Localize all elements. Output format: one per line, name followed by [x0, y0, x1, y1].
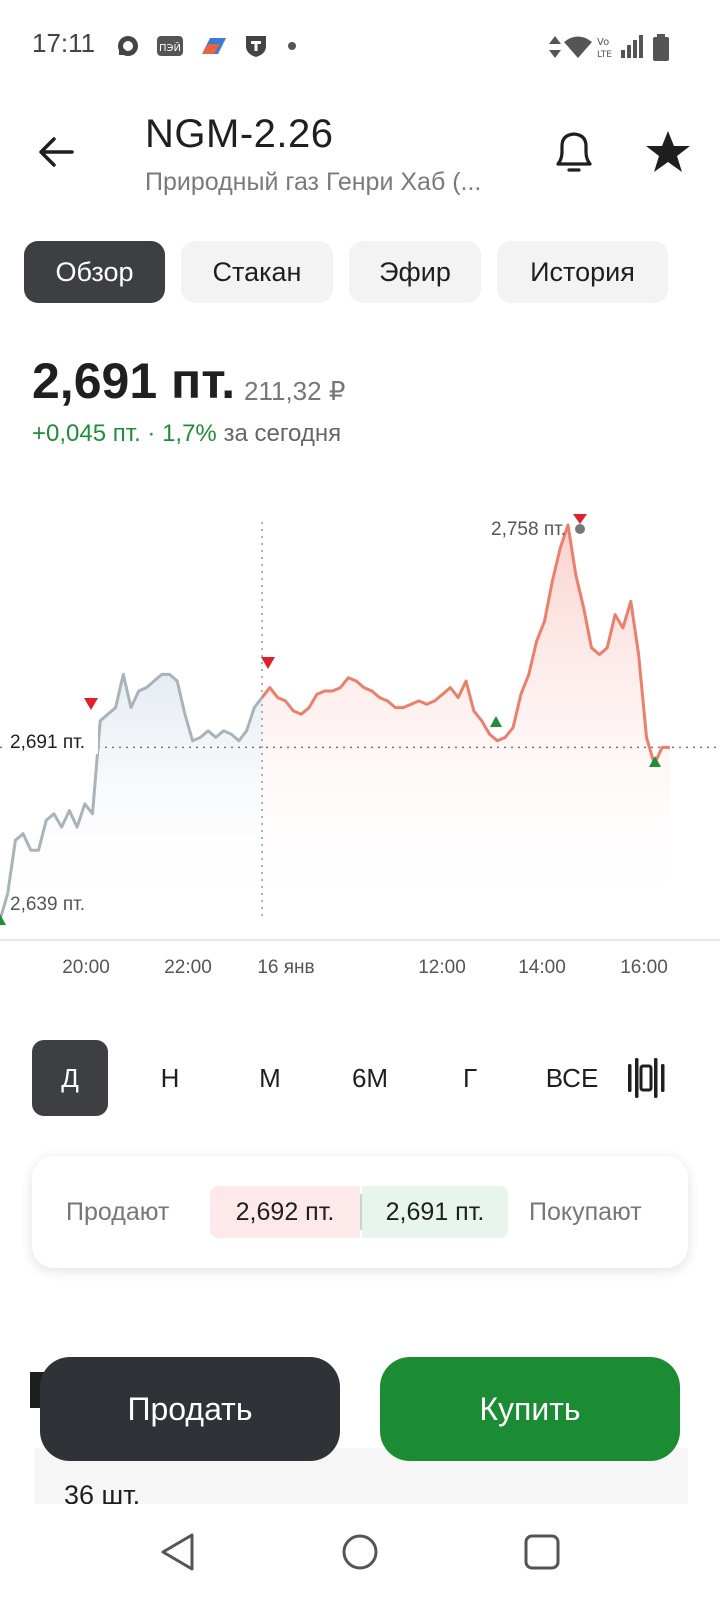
daily-change-value: +0,045 пт. · 1,7% — [32, 420, 217, 447]
battery-icon — [653, 34, 669, 61]
tab-live[interactable]: Эфир — [349, 241, 481, 303]
period-6-months[interactable]: 6М — [332, 1040, 408, 1116]
nav-home-circle-icon[interactable] — [340, 1532, 380, 1572]
favorite-button[interactable] — [642, 126, 694, 178]
best-ask-price[interactable]: 2,692 пт. — [210, 1186, 360, 1238]
previous-session-area — [0, 674, 262, 920]
signal-icon — [621, 35, 643, 58]
x-tick-label: 22:00 — [164, 957, 212, 978]
volte-icon: Vo LTE — [597, 37, 612, 60]
buyers-label: Покупают — [529, 1198, 642, 1226]
svg-text:ПЭЙ: ПЭЙ — [159, 41, 181, 54]
daily-change: +0,045 пт. · 1,7% за сегодня — [32, 420, 341, 448]
star-icon — [646, 131, 690, 172]
period-month[interactable]: М — [232, 1040, 308, 1116]
status-time: 17:11 — [32, 28, 96, 58]
chart-high-label: 2,758 пт. — [491, 519, 566, 540]
tab-order-book[interactable]: Стакан — [181, 241, 333, 303]
sell-marker — [84, 698, 98, 710]
t-shield-icon — [246, 36, 266, 57]
chart-current-label: 2,691 пт. — [10, 732, 85, 753]
tab-history[interactable]: История — [497, 241, 668, 303]
period-day[interactable]: Д — [32, 1040, 108, 1116]
dot-icon — [288, 42, 296, 50]
sell-marker — [261, 657, 275, 669]
bank-app-icon — [202, 38, 226, 54]
notifications-button[interactable] — [548, 126, 600, 178]
buy-button[interactable]: Купить — [380, 1357, 680, 1461]
pei-app-icon: ПЭЙ — [157, 36, 183, 56]
chart-type-button[interactable] — [624, 1054, 672, 1102]
page-title: NGM-2.26 — [145, 112, 334, 156]
chart-low-label: 2,639 пт. — [10, 894, 85, 915]
sell-button[interactable]: Продать — [40, 1357, 340, 1461]
candlestick-icon — [628, 1058, 665, 1098]
data-arrows-icon — [549, 36, 561, 58]
sellers-label: Продают — [66, 1198, 170, 1226]
period-year[interactable]: Г — [432, 1040, 508, 1116]
arrow-left-icon — [39, 137, 74, 167]
x-tick-label: 16:00 — [620, 957, 668, 978]
x-tick-label: 12:00 — [418, 957, 466, 978]
sell-marker — [573, 514, 587, 524]
best-prices-card[interactable]: Продают 2,692 пт. 2,691 пт. Покупают — [32, 1156, 688, 1268]
x-tick-label: 14:00 — [518, 957, 566, 978]
period-all[interactable]: ВСЕ — [532, 1040, 612, 1116]
x-tick-label: 16 янв — [257, 957, 314, 978]
bell-icon — [556, 132, 592, 172]
wifi-icon — [564, 36, 592, 58]
tab-overview[interactable]: Обзор — [24, 241, 165, 303]
current-price: 2,691 пт. — [32, 353, 236, 409]
nav-recents-square-icon[interactable] — [522, 1532, 562, 1572]
period-week[interactable]: Н — [132, 1040, 208, 1116]
page-subtitle: Природный газ Генри Хаб (... — [145, 168, 482, 196]
buy-marker — [490, 716, 502, 727]
chat-bubble-icon — [118, 36, 138, 56]
price-chart[interactable]: 2,758 пт. 2,639 пт. 2,691 пт. 20:00 22:0… — [0, 500, 720, 1000]
price-in-rubles: 211,32 ₽ — [244, 376, 346, 406]
svg-text:LTE: LTE — [597, 50, 612, 60]
current-session-area — [262, 525, 670, 920]
high-point-marker — [575, 524, 585, 534]
svg-text:Vo: Vo — [597, 37, 609, 48]
x-tick-label: 20:00 — [62, 957, 110, 978]
system-nav-bar — [0, 1504, 720, 1600]
daily-change-suffix: за сегодня — [223, 420, 342, 447]
nav-back-triangle-icon[interactable] — [158, 1532, 198, 1572]
best-bid-price[interactable]: 2,691 пт. — [362, 1186, 508, 1238]
back-button[interactable] — [30, 126, 82, 178]
